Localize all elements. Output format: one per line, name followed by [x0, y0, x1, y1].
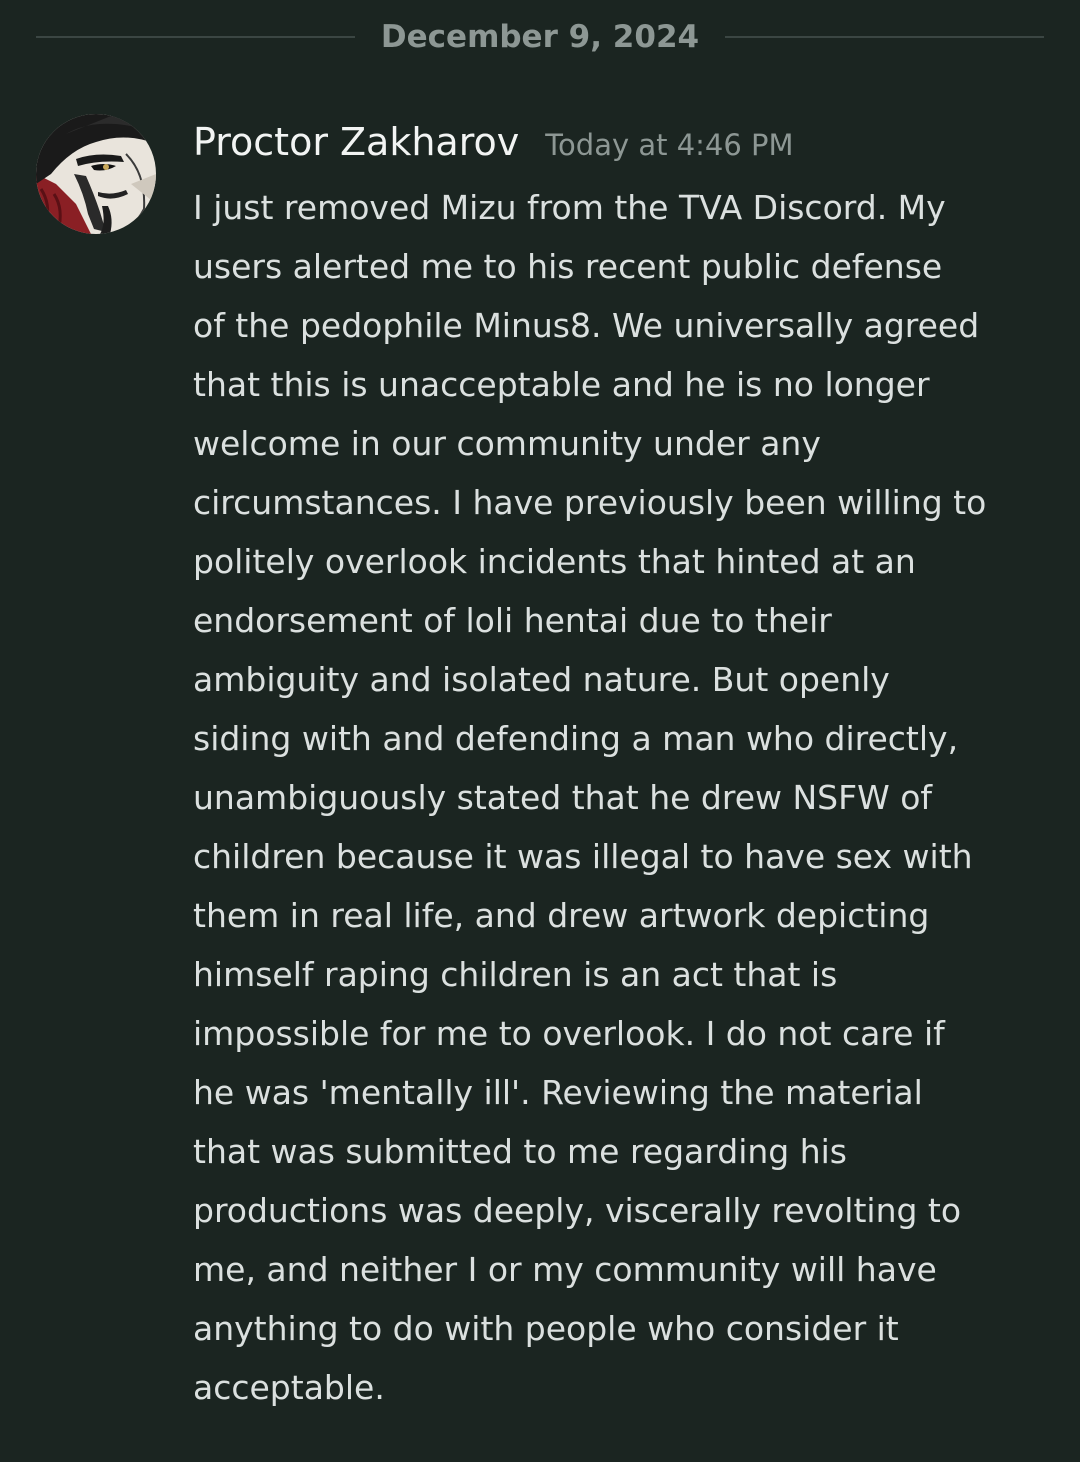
message-line: endorsement of loli hentai due to their: [193, 601, 832, 640]
message-line: impossible for me to overlook. I do not …: [193, 1014, 945, 1053]
divider-line-right: [725, 36, 1044, 38]
message-line: of the pedophile Minus8. We universally …: [193, 306, 980, 345]
message-timestamp[interactable]: Today at 4:46 PM: [545, 128, 793, 162]
message-line: children because it was illegal to have …: [193, 837, 973, 876]
avatar[interactable]: [36, 114, 156, 234]
message-line: them in real life, and drew artwork depi…: [193, 896, 930, 935]
message-line: acceptable.: [193, 1368, 385, 1407]
message-line: that was submitted to me regarding his: [193, 1132, 847, 1171]
message-line: unambiguously stated that he drew NSFW o…: [193, 778, 933, 817]
message-line: he was 'mentally ill'. Reviewing the mat…: [193, 1073, 923, 1112]
message-line: that this is unacceptable and he is no l…: [193, 365, 930, 404]
message-line: siding with and defending a man who dire…: [193, 719, 959, 758]
avatar-image: [36, 114, 156, 234]
author-name[interactable]: Proctor Zakharov: [193, 120, 519, 164]
message-line: anything to do with people who consider …: [193, 1309, 899, 1348]
message-line: welcome in our community under any: [193, 424, 821, 463]
message-line: ambiguity and isolated nature. But openl…: [193, 660, 890, 699]
message-line: circumstances. I have previously been wi…: [193, 483, 987, 522]
message-line: users alerted me to his recent public de…: [193, 247, 943, 286]
message-line: me, and neither I or my community will h…: [193, 1250, 937, 1289]
divider-line-left: [36, 36, 355, 38]
chat-message: Proctor Zakharov Today at 4:46 PM I just…: [193, 120, 1053, 1417]
message-line: productions was deeply, viscerally revol…: [193, 1191, 962, 1230]
message-line: politely overlook incidents that hinted …: [193, 542, 916, 581]
message-line: I just removed Mizu from the TVA Discord…: [193, 188, 946, 227]
message-header: Proctor Zakharov Today at 4:46 PM: [193, 120, 1053, 178]
message-content: I just removed Mizu from the TVA Discord…: [193, 178, 1053, 1417]
date-divider-label: December 9, 2024: [380, 19, 700, 55]
date-divider: December 9, 2024: [36, 12, 1044, 62]
message-line: himself raping children is an act that i…: [193, 955, 838, 994]
